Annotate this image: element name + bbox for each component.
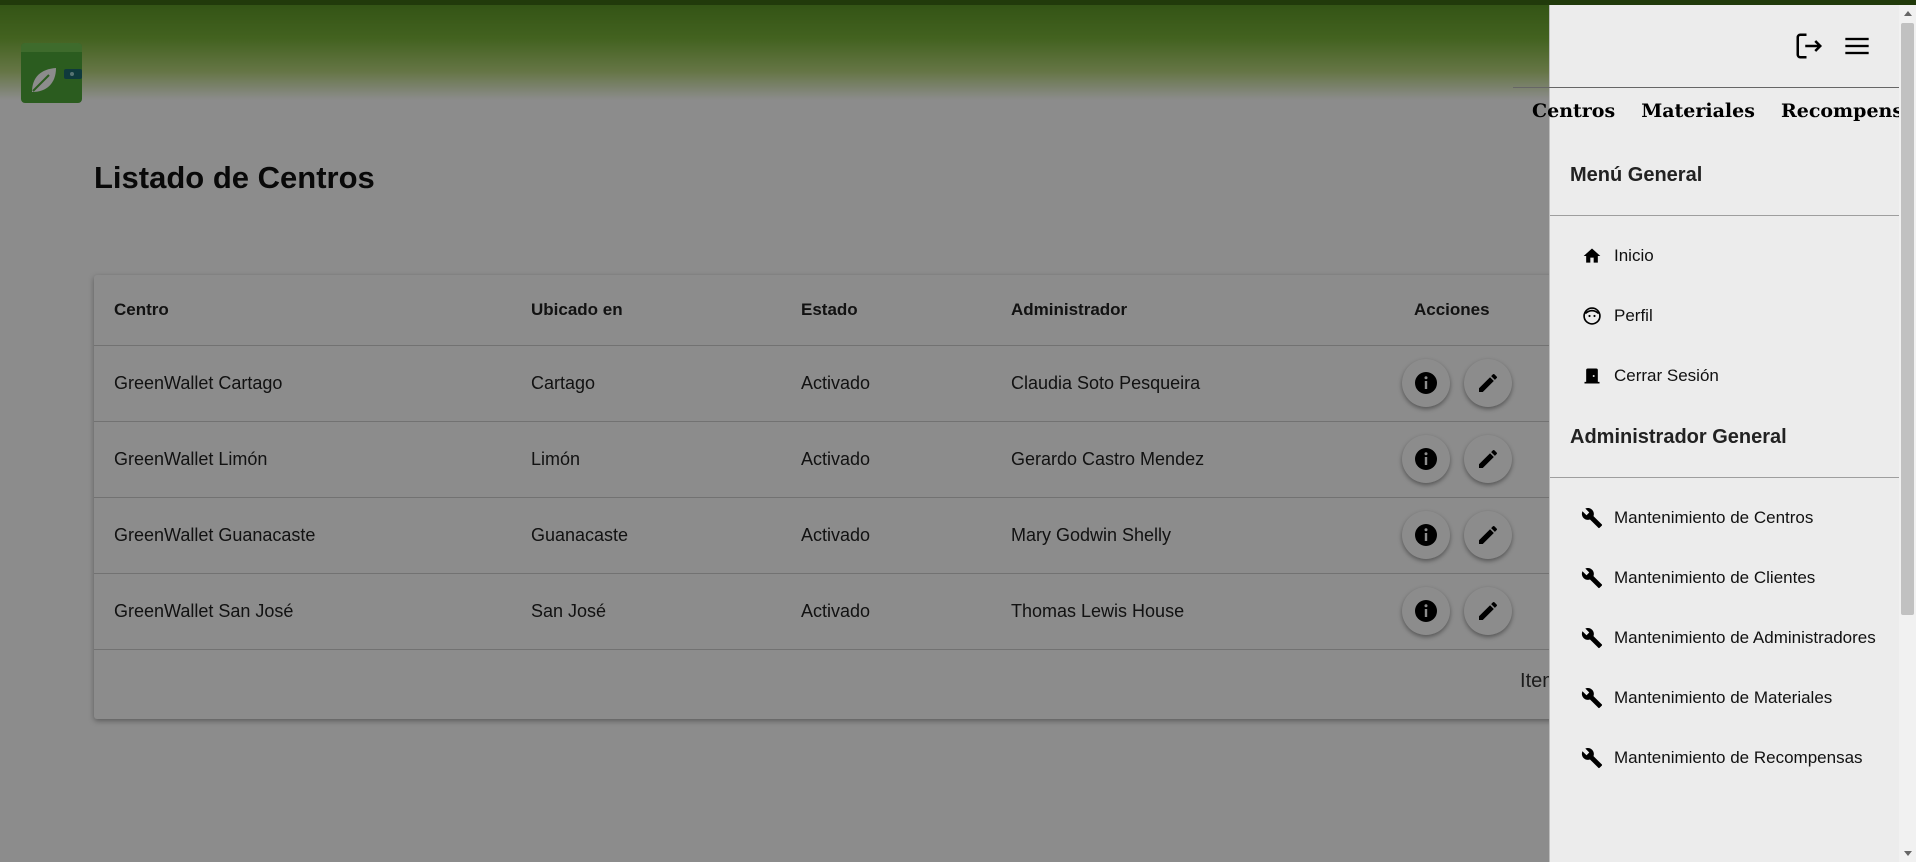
menu-item-label: Inicio	[1614, 246, 1654, 265]
menu-item-label: Mantenimiento de Materiales	[1614, 688, 1833, 707]
drawer-toolbar	[1550, 5, 1900, 87]
wrench-icon	[1580, 566, 1604, 590]
scroll-thumb[interactable]	[1901, 23, 1914, 615]
nav-link-materiales[interactable]: Materiales	[1641, 100, 1755, 122]
menu-item-label: Perfil	[1614, 306, 1653, 325]
menu-item-mantenimiento-centros[interactable]: Mantenimiento de Centros	[1580, 498, 1895, 538]
menu-item-label: Mantenimiento de Administradores	[1614, 628, 1876, 647]
face-icon	[1580, 304, 1604, 328]
menu-item-label: Mantenimiento de Recompensas	[1614, 748, 1863, 767]
wrench-icon	[1580, 686, 1604, 710]
arrow-down-icon	[1903, 851, 1912, 856]
menu-button[interactable]	[1840, 29, 1874, 63]
menu-item-inicio[interactable]: Inicio	[1580, 236, 1895, 276]
arrow-up-icon	[1903, 11, 1912, 16]
menu-item-mantenimiento-clientes[interactable]: Mantenimiento de Clientes	[1580, 558, 1895, 598]
hamburger-menu-icon	[1845, 37, 1869, 55]
menu-item-label: Cerrar Sesión	[1614, 366, 1719, 385]
nav-underline	[1513, 87, 1900, 88]
page-scrollbar[interactable]	[1899, 5, 1916, 862]
menu-general-heading: Menú General	[1570, 164, 1703, 186]
logout-button[interactable]	[1792, 29, 1826, 63]
menu-item-label: Mantenimiento de Clientes	[1614, 568, 1816, 587]
wrench-icon	[1580, 626, 1604, 650]
menu-item-label: Mantenimiento de Centros	[1614, 508, 1814, 527]
nav-link-centros[interactable]: Centros	[1532, 100, 1615, 122]
divider	[1550, 477, 1900, 478]
menu-item-mantenimiento-materiales[interactable]: Mantenimiento de Materiales	[1580, 678, 1895, 718]
side-drawer: Centros Materiales Recompensas Menú Gene…	[1513, 5, 1916, 862]
nav-link-recompensas[interactable]: Recompensas	[1781, 100, 1916, 122]
wrench-icon	[1580, 506, 1604, 530]
door-icon	[1580, 364, 1604, 388]
menu-item-perfil[interactable]: Perfil	[1580, 296, 1895, 336]
scroll-up-button[interactable]	[1899, 5, 1916, 22]
menu-item-mantenimiento-administradores[interactable]: Mantenimiento de Administradores	[1580, 618, 1895, 658]
logout-icon	[1796, 33, 1823, 59]
wrench-icon	[1580, 746, 1604, 770]
scroll-down-button[interactable]	[1899, 845, 1916, 862]
menu-item-cerrar-sesion[interactable]: Cerrar Sesión	[1580, 356, 1895, 396]
home-icon	[1580, 244, 1604, 268]
administrador-general-heading: Administrador General	[1570, 426, 1787, 448]
top-nav: Centros Materiales Recompensas	[1532, 100, 1916, 122]
divider	[1550, 215, 1900, 216]
menu-item-mantenimiento-recompensas[interactable]: Mantenimiento de Recompensas	[1580, 738, 1895, 778]
